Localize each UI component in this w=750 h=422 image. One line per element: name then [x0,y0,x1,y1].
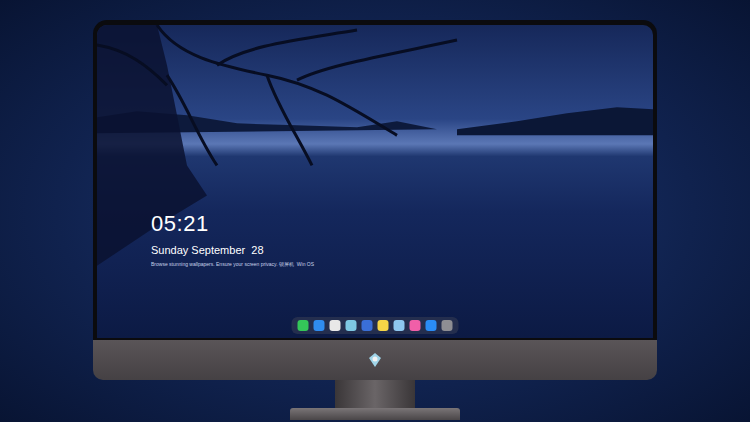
dock-app-icon[interactable] [298,320,309,331]
clock-time: 05:21 [151,211,314,237]
dock-app-icon[interactable] [410,320,421,331]
monitor: 05:21 Sunday September 28 Browse stunning … [93,20,657,420]
dock-app-icon[interactable] [378,320,389,331]
lock-screen: 05:21 Sunday September 28 Browse stunning … [97,25,653,338]
clock-date: Sunday September 28 [151,243,314,257]
monitor-bezel: 05:21 Sunday September 28 Browse stunning … [93,20,657,340]
monitor-neck [335,380,415,408]
dock-app-icon[interactable] [394,320,405,331]
brand-logo-icon [367,352,383,368]
landscape-icon [97,25,653,338]
page: 05:21 Sunday September 28 Browse stunning … [0,0,750,422]
clock-block: 05:21 Sunday September 28 Browse stunning … [151,211,314,268]
dock-app-icon[interactable] [426,320,437,331]
caption: Browse stunning wallpapers. Ensure your … [151,261,314,268]
dock-app-icon[interactable] [314,320,325,331]
dock [292,317,459,334]
dock-app-icon[interactable] [442,320,453,331]
monitor-base [290,408,460,420]
dock-app-icon[interactable] [330,320,341,331]
dock-app-icon[interactable] [346,320,357,331]
dock-app-icon[interactable] [362,320,373,331]
wallpaper-photo [97,25,653,338]
monitor-chin [93,340,657,380]
